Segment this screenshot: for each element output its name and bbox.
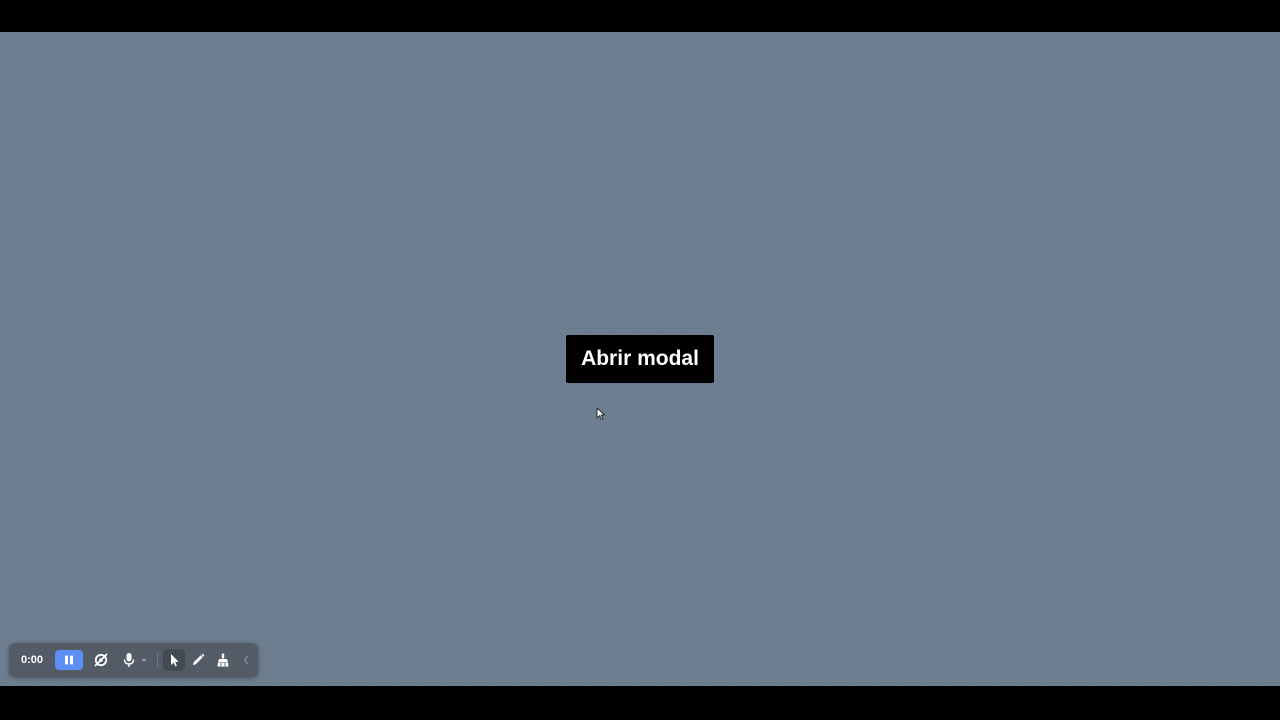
eraser-tool-button[interactable] xyxy=(213,650,233,670)
pointer-tool-icon xyxy=(171,654,179,667)
pause-icon xyxy=(65,655,73,665)
recording-toolbar: 0:00 xyxy=(9,643,258,677)
collapse-chevron-icon xyxy=(243,655,249,665)
chevron-down-icon xyxy=(141,659,147,662)
letterbox-top xyxy=(0,0,1280,32)
toolbar-divider xyxy=(157,653,158,667)
page-viewport: Abrir modal 0:00 xyxy=(0,32,1280,686)
pen-tool-button[interactable] xyxy=(188,650,208,670)
camera-off-icon xyxy=(94,653,108,667)
collapse-toolbar-button[interactable] xyxy=(239,650,253,670)
eraser-tool-icon xyxy=(217,653,229,667)
pointer-tool-button[interactable] xyxy=(163,649,185,671)
microphone-icon xyxy=(123,653,135,667)
pause-button[interactable] xyxy=(55,650,83,670)
open-modal-button[interactable]: Abrir modal xyxy=(566,335,714,383)
mouse-cursor-icon xyxy=(596,407,606,421)
pen-tool-icon xyxy=(193,653,205,665)
camera-toggle-button[interactable] xyxy=(91,650,111,670)
letterbox-bottom xyxy=(0,686,1280,720)
microphone-options-button[interactable] xyxy=(138,650,150,670)
recording-timer: 0:00 xyxy=(21,654,44,666)
microphone-button[interactable] xyxy=(119,650,139,670)
